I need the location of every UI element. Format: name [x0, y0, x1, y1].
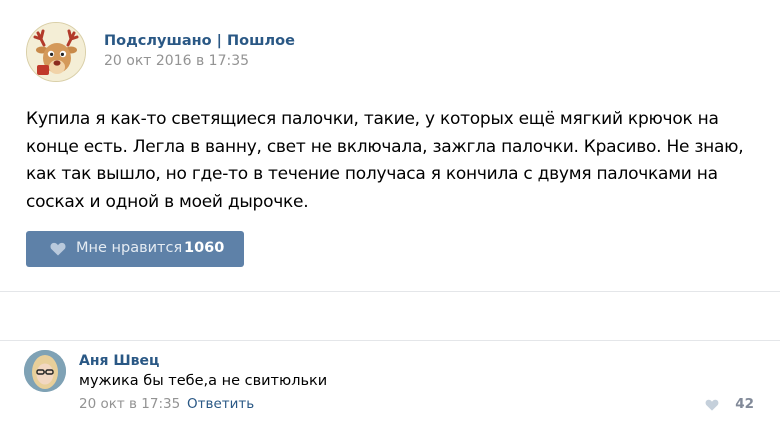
- comment-like-count: 42: [735, 396, 754, 412]
- heart-icon: [705, 399, 719, 411]
- group-avatar[interactable]: [26, 22, 86, 82]
- comment-author[interactable]: Аня Швец: [79, 353, 159, 369]
- user-photo-icon: [24, 350, 66, 392]
- like-count: 1060: [184, 240, 225, 256]
- post-date[interactable]: 20 окт 2016 в 17:35: [104, 53, 249, 69]
- post-text: Купила я как-то светящиеся палочки, таки…: [26, 109, 744, 212]
- comment-like-button[interactable]: 42: [694, 396, 754, 414]
- like-button[interactable]: Мне нравится 1060: [26, 231, 244, 267]
- comment-text: мужика бы тебе,а не свитюльки: [79, 373, 328, 389]
- comment-date[interactable]: 20 окт в 17:35: [79, 396, 180, 412]
- like-label: Мне нравится: [76, 240, 183, 256]
- comment: Аня Швец мужика бы тебе,а не свитюльки 2…: [24, 350, 764, 420]
- heart-icon: [50, 242, 66, 256]
- post-header: Подслушано | Пошлое 20 окт 2016 в 17:35: [26, 22, 726, 82]
- deer-mascot-icon: [27, 23, 85, 81]
- divider: [0, 291, 780, 292]
- divider: [0, 340, 780, 341]
- reply-link[interactable]: Ответить: [187, 396, 254, 412]
- group-name[interactable]: Подслушано | Пошлое: [104, 33, 295, 49]
- avatar[interactable]: [24, 350, 66, 392]
